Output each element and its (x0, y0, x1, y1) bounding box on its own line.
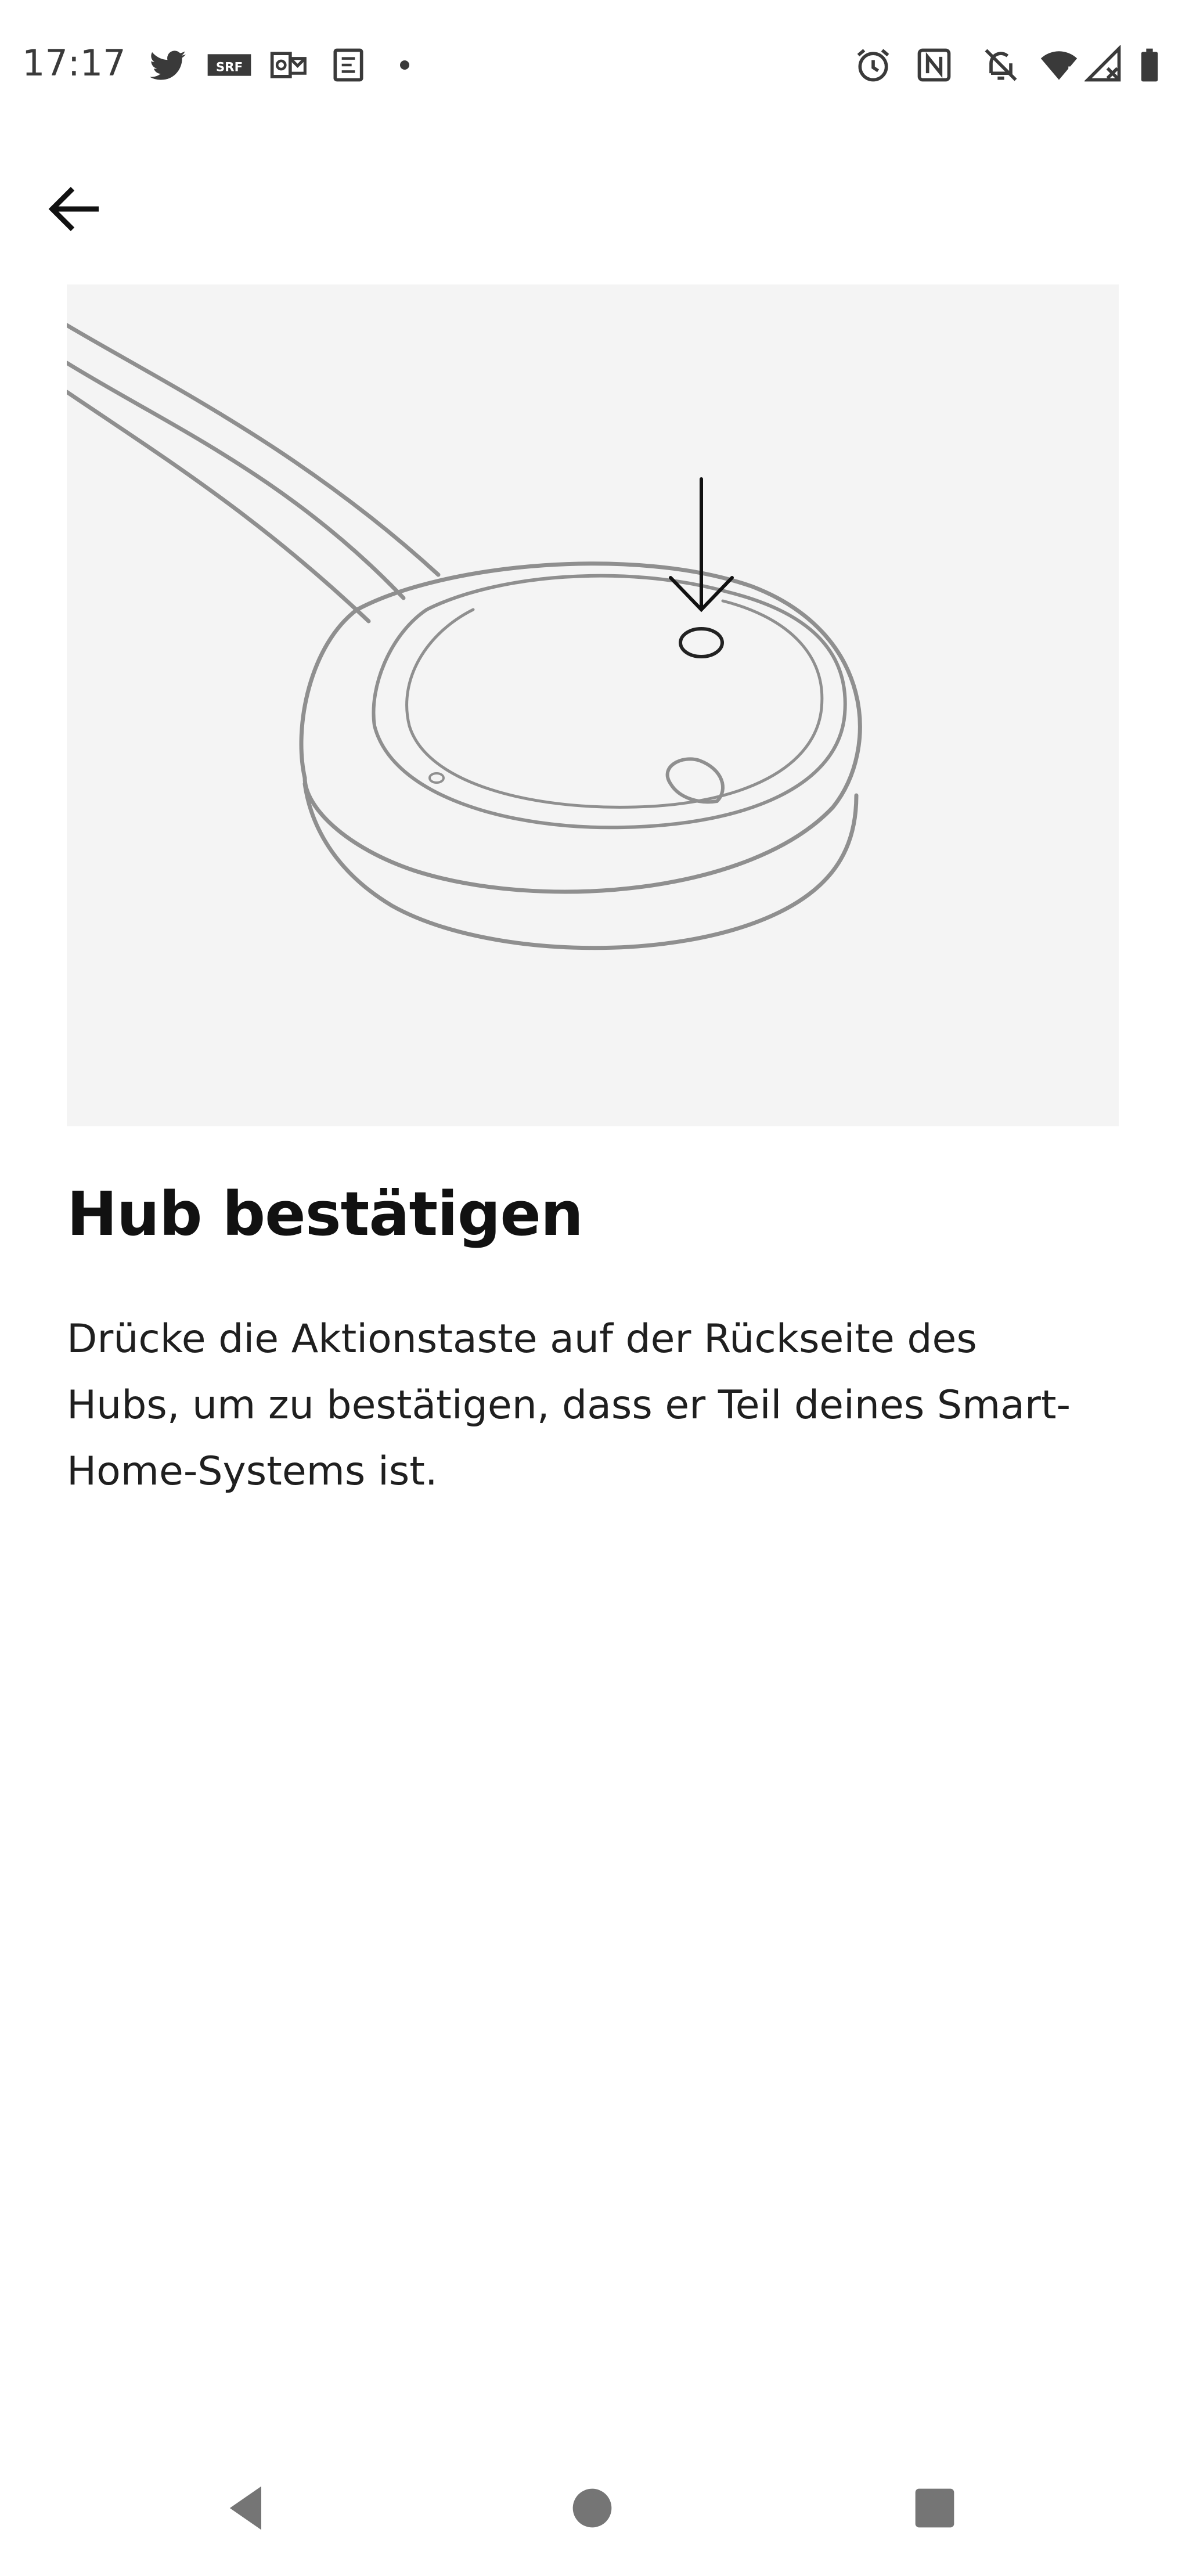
srf-icon: SRF (206, 45, 253, 85)
svg-text:5: 5 (1067, 64, 1075, 78)
battery-icon (1135, 45, 1164, 85)
nfc-icon (914, 45, 954, 85)
back-button[interactable] (41, 174, 110, 244)
nav-recents-button[interactable] (906, 2479, 964, 2537)
outlook-icon (269, 45, 308, 85)
calendar-icon (329, 45, 368, 85)
more-dot-icon (398, 58, 412, 72)
nav-home-button[interactable] (563, 2479, 621, 2537)
recents-square-icon (915, 2488, 954, 2528)
mute-bell-icon (981, 45, 1021, 85)
arrow-left-icon (48, 186, 99, 232)
home-circle-icon (572, 2488, 612, 2528)
wifi-icon: 5 (1039, 45, 1079, 85)
status-bar: 17:17 SRF 5 (0, 0, 1189, 134)
nav-back-button[interactable] (218, 2479, 276, 2537)
srf-label: SRF (216, 60, 243, 75)
status-time: 17:17 (22, 42, 126, 84)
instruction-text: Drücke die Aktionstaste auf der Rückseit… (67, 1316, 1071, 1494)
twitter-icon (148, 45, 188, 85)
alarm-icon (853, 45, 893, 85)
signal-icon (1084, 45, 1124, 85)
page-title: Hub bestätigen (67, 1179, 583, 1249)
hub-illustration (67, 284, 1119, 1126)
navigation-bar (0, 2438, 1189, 2576)
back-triangle-icon (229, 2486, 261, 2530)
